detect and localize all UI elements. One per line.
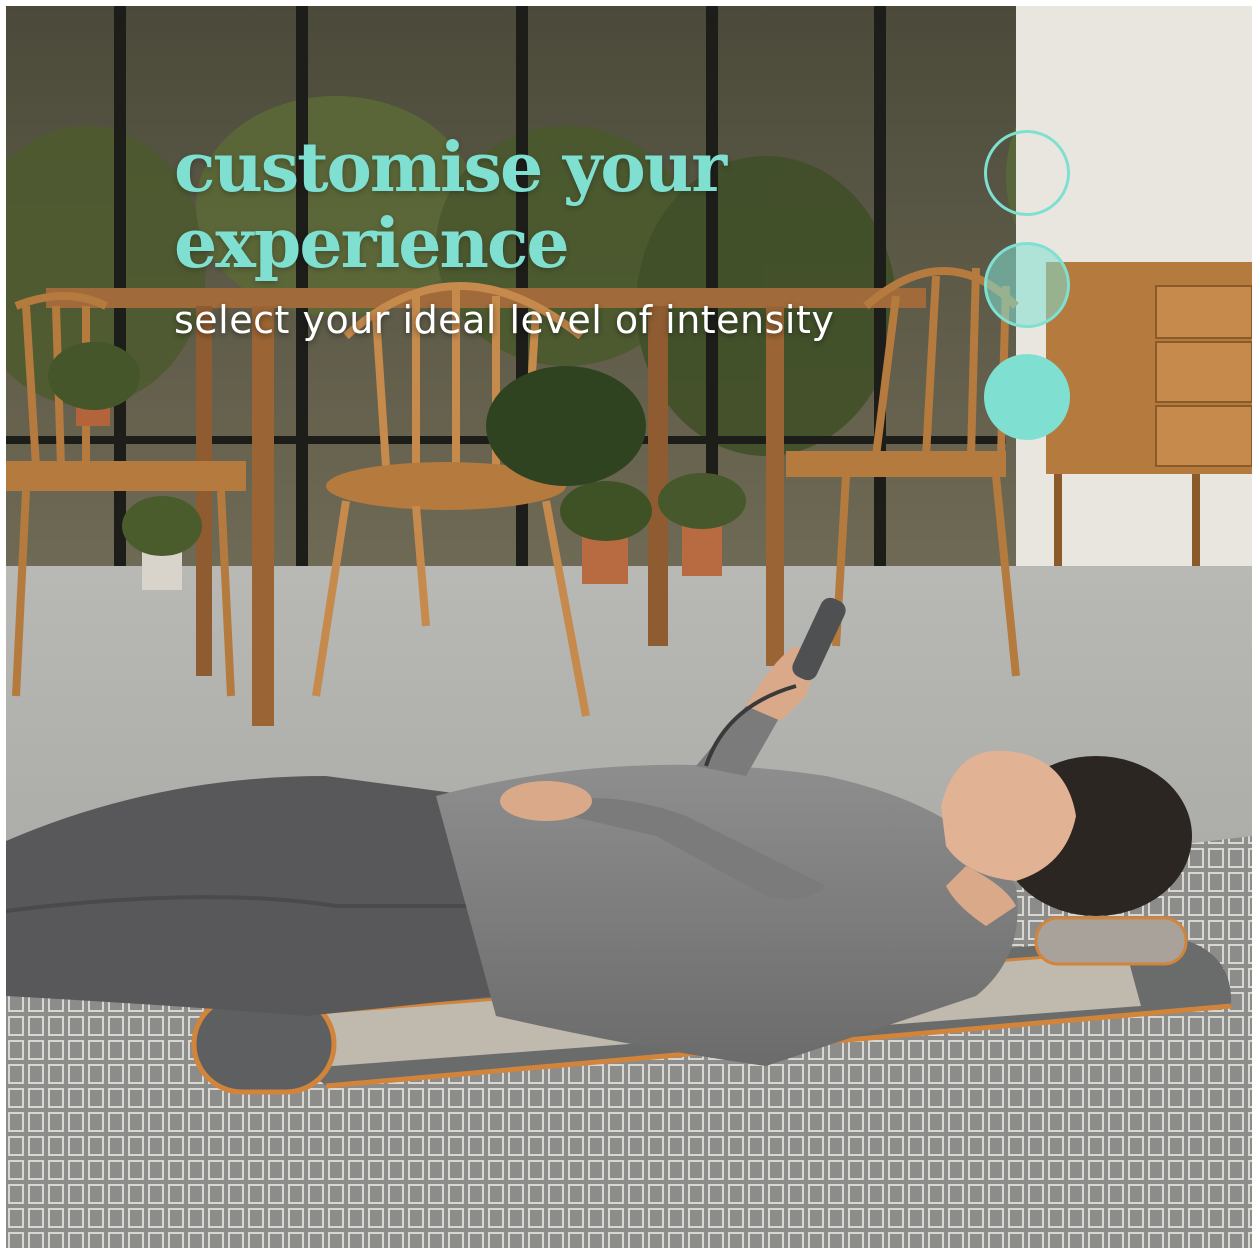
headline: customise your experience <box>174 128 727 284</box>
headline-line-1: customise your <box>174 128 727 208</box>
intensity-level-low-circle <box>984 130 1070 216</box>
intensity-level-high-circle <box>984 354 1070 440</box>
intensity-level-medium-circle <box>984 242 1070 328</box>
headline-line-2: experience <box>174 204 570 284</box>
subheadline: select your ideal level of intensity <box>174 298 835 342</box>
product-photo-frame: customise your experience select your id… <box>6 6 1252 1248</box>
